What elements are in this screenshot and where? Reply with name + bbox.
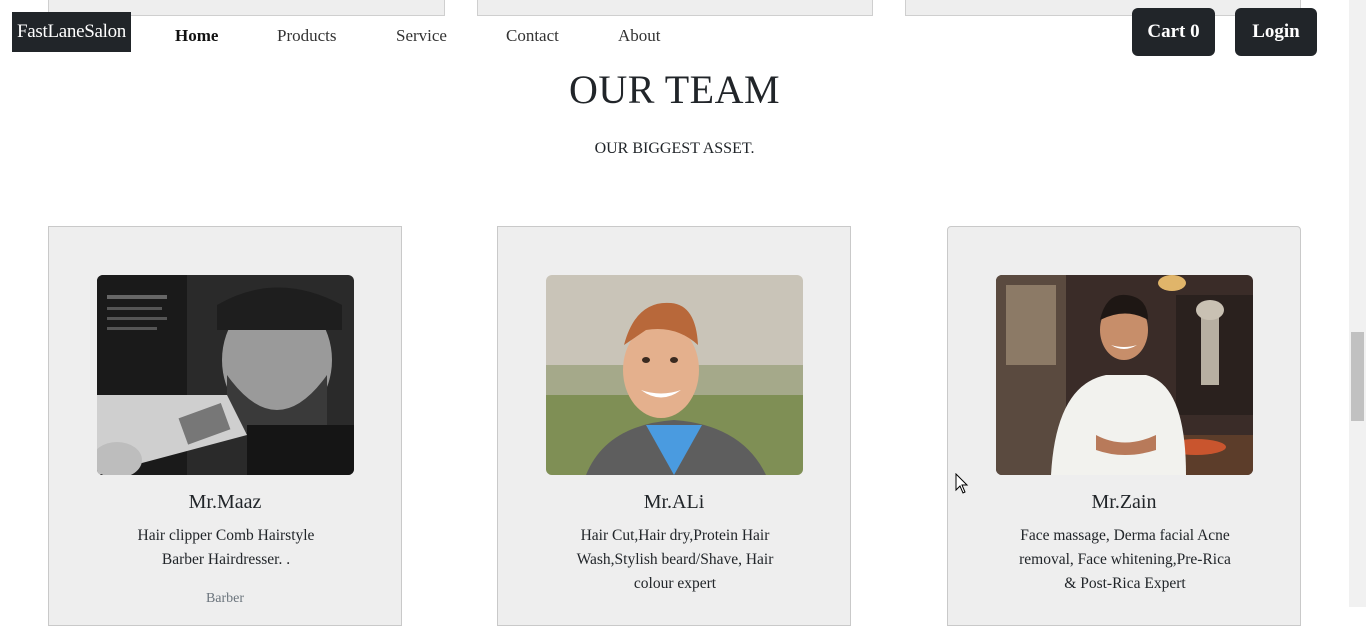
nav-products[interactable]: Products [277, 25, 337, 47]
team-member-role: Barber [205, 591, 245, 606]
team-member-description: Hair clipper Comb Hairstyle Barber Haird… [137, 527, 315, 568]
team-member-name: Mr.ALi [643, 491, 705, 513]
login-button[interactable]: Login [1235, 8, 1317, 56]
team-card: Mr.ALi Hair Cut,Hair dry,Protein Hair Wa… [497, 226, 851, 626]
team-card: Mr.Zain Face massage, Derma facial Acne … [947, 226, 1301, 626]
mouse-cursor-icon [955, 473, 969, 494]
scrollbar-thumb[interactable] [1351, 332, 1364, 421]
team-member-description: Face massage, Derma facial Acne removal,… [1019, 527, 1231, 592]
team-member-photo [546, 275, 803, 475]
team-member-description: Hair Cut,Hair dry,Protein Hair Wash,Styl… [576, 527, 774, 592]
cart-button[interactable]: Cart 0 [1132, 8, 1215, 56]
section-title: OUR TEAM [568, 67, 781, 112]
team-member-photo [996, 275, 1253, 475]
team-card: Mr.Maaz Hair clipper Comb Hairstyle Barb… [48, 226, 402, 626]
previous-card-edge [477, 0, 873, 16]
section-subtitle: OUR BIGGEST ASSET. [594, 140, 755, 157]
page-scrollbar[interactable] [1349, 0, 1366, 607]
team-member-photo [97, 275, 354, 475]
nav-home[interactable]: Home [175, 25, 218, 47]
nav-about[interactable]: About [618, 25, 661, 47]
brand-logo[interactable]: FastLaneSalon [12, 12, 131, 52]
team-member-name: Mr.Zain [1091, 491, 1157, 513]
team-member-name: Mr.Maaz [188, 491, 262, 513]
nav-contact[interactable]: Contact [506, 25, 559, 47]
nav-service[interactable]: Service [396, 25, 447, 47]
